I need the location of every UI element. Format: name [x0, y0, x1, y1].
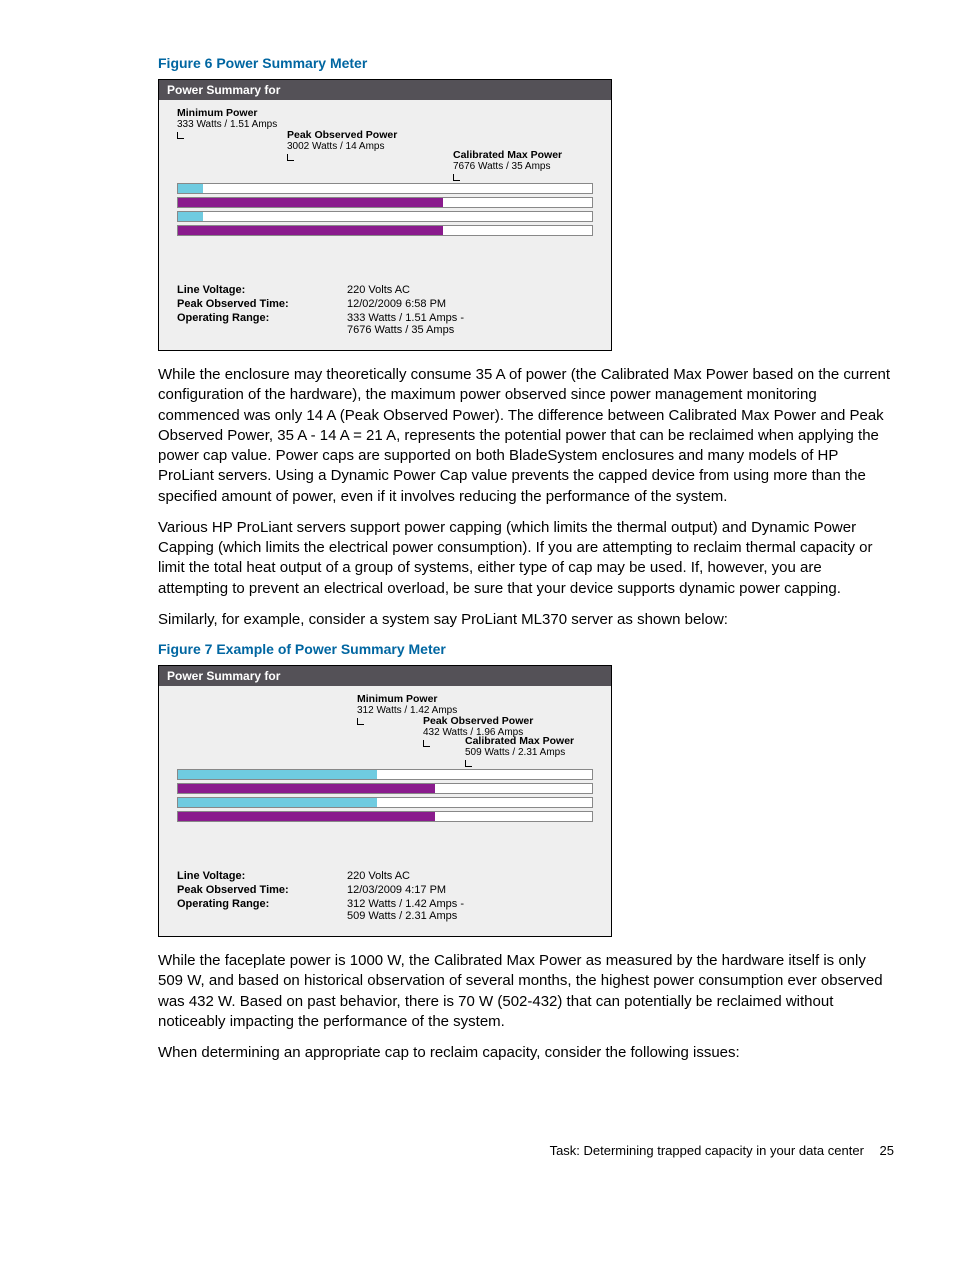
- range-label: Operating Range:: [177, 312, 347, 336]
- tick-icon: [465, 760, 472, 767]
- peak-time-label: Peak Observed Time:: [177, 298, 347, 310]
- bar-row: [177, 797, 593, 808]
- detail-row: Line Voltage: 220 Volts AC: [177, 870, 593, 882]
- page-content: Figure 6 Power Summary Meter Power Summa…: [0, 0, 954, 1208]
- figure7-details: Line Voltage: 220 Volts AC Peak Observed…: [177, 870, 593, 922]
- detail-row: Operating Range: 312 Watts / 1.42 Amps -…: [177, 898, 593, 922]
- footer-text: Task: Determining trapped capacity in yo…: [550, 1143, 864, 1158]
- range-value-1: 312 Watts / 1.42 Amps -: [347, 898, 464, 910]
- range-value: 333 Watts / 1.51 Amps - 7676 Watts / 35 …: [347, 312, 593, 336]
- figure6-panel-title: Power Summary for: [159, 80, 611, 100]
- paragraph-3: Similarly, for example, consider a syste…: [158, 610, 894, 630]
- figure6-panel: Power Summary for Minimum Power 333 Watt…: [158, 79, 612, 351]
- min-sub: 333 Watts / 1.51 Amps: [177, 119, 277, 130]
- page-footer: Task: Determining trapped capacity in yo…: [158, 1143, 894, 1158]
- tick-icon: [357, 718, 364, 725]
- peak-title: Peak Observed Power: [423, 715, 533, 727]
- figure6-max-marker: Calibrated Max Power 7676 Watts / 35 Amp…: [453, 150, 562, 181]
- bar-cyan: [178, 798, 377, 807]
- tick-icon: [177, 132, 184, 139]
- page-number: 25: [880, 1143, 894, 1158]
- range-value-1: 333 Watts / 1.51 Amps -: [347, 312, 464, 324]
- line-voltage-label: Line Voltage:: [177, 870, 347, 882]
- figure6-panel-body: Minimum Power 333 Watts / 1.51 Amps Peak…: [159, 100, 611, 350]
- bar-purple: [178, 812, 435, 821]
- figure6-caption: Figure 6 Power Summary Meter: [158, 55, 894, 71]
- figure7-max-marker: Calibrated Max Power 509 Watts / 2.31 Am…: [465, 736, 574, 767]
- bar-row: [177, 197, 593, 208]
- figure6-min-marker: Minimum Power 333 Watts / 1.51 Amps: [177, 108, 277, 139]
- paragraph-4: While the faceplate power is 1000 W, the…: [158, 951, 894, 1032]
- figure7-caption: Figure 7 Example of Power Summary Meter: [158, 641, 894, 657]
- figure6-markers: Minimum Power 333 Watts / 1.51 Amps Peak…: [177, 108, 593, 178]
- bar-purple: [178, 226, 443, 235]
- tick-icon: [423, 740, 430, 747]
- bar-row: [177, 225, 593, 236]
- detail-row: Peak Observed Time: 12/02/2009 6:58 PM: [177, 298, 593, 310]
- figure6-bars: [177, 178, 593, 236]
- paragraph-1: While the enclosure may theoretically co…: [158, 365, 894, 507]
- max-sub: 509 Watts / 2.31 Amps: [465, 747, 565, 758]
- paragraph-5: When determining an appropriate cap to r…: [158, 1043, 894, 1063]
- bar-cyan: [178, 212, 203, 221]
- bar-row: [177, 183, 593, 194]
- detail-row: Operating Range: 333 Watts / 1.51 Amps -…: [177, 312, 593, 336]
- figure7-panel: Power Summary for Minimum Power 312 Watt…: [158, 665, 612, 937]
- figure7-panel-body: Minimum Power 312 Watts / 1.42 Amps Peak…: [159, 686, 611, 936]
- max-sub: 7676 Watts / 35 Amps: [453, 161, 550, 172]
- max-title: Calibrated Max Power: [453, 149, 562, 161]
- detail-row: Line Voltage: 220 Volts AC: [177, 284, 593, 296]
- bar-purple: [178, 784, 435, 793]
- line-voltage-value: 220 Volts AC: [347, 284, 593, 296]
- peak-time-value: 12/03/2009 4:17 PM: [347, 884, 593, 896]
- range-label: Operating Range:: [177, 898, 347, 922]
- min-title: Minimum Power: [177, 107, 258, 119]
- figure7-panel-title: Power Summary for: [159, 666, 611, 686]
- bar-row: [177, 769, 593, 780]
- bar-cyan: [178, 770, 377, 779]
- line-voltage-label: Line Voltage:: [177, 284, 347, 296]
- max-title: Calibrated Max Power: [465, 735, 574, 747]
- bar-row: [177, 811, 593, 822]
- min-title: Minimum Power: [357, 693, 438, 705]
- range-value-2: 7676 Watts / 35 Amps: [347, 324, 454, 336]
- bar-row: [177, 783, 593, 794]
- range-value-2: 509 Watts / 2.31 Amps: [347, 910, 457, 922]
- detail-row: Peak Observed Time: 12/03/2009 4:17 PM: [177, 884, 593, 896]
- bar-cyan: [178, 184, 203, 193]
- line-voltage-value: 220 Volts AC: [347, 870, 593, 882]
- figure6-peak-marker: Peak Observed Power 3002 Watts / 14 Amps: [287, 130, 397, 161]
- peak-title: Peak Observed Power: [287, 129, 397, 141]
- figure7-markers: Minimum Power 312 Watts / 1.42 Amps Peak…: [177, 694, 593, 764]
- bar-purple: [178, 198, 443, 207]
- tick-icon: [453, 174, 460, 181]
- peak-time-value: 12/02/2009 6:58 PM: [347, 298, 593, 310]
- bar-row: [177, 211, 593, 222]
- paragraph-2: Various HP ProLiant servers support powe…: [158, 518, 894, 599]
- peak-sub: 3002 Watts / 14 Amps: [287, 141, 384, 152]
- tick-icon: [287, 154, 294, 161]
- figure7-bars: [177, 764, 593, 822]
- figure6-details: Line Voltage: 220 Volts AC Peak Observed…: [177, 284, 593, 336]
- peak-time-label: Peak Observed Time:: [177, 884, 347, 896]
- range-value: 312 Watts / 1.42 Amps - 509 Watts / 2.31…: [347, 898, 593, 922]
